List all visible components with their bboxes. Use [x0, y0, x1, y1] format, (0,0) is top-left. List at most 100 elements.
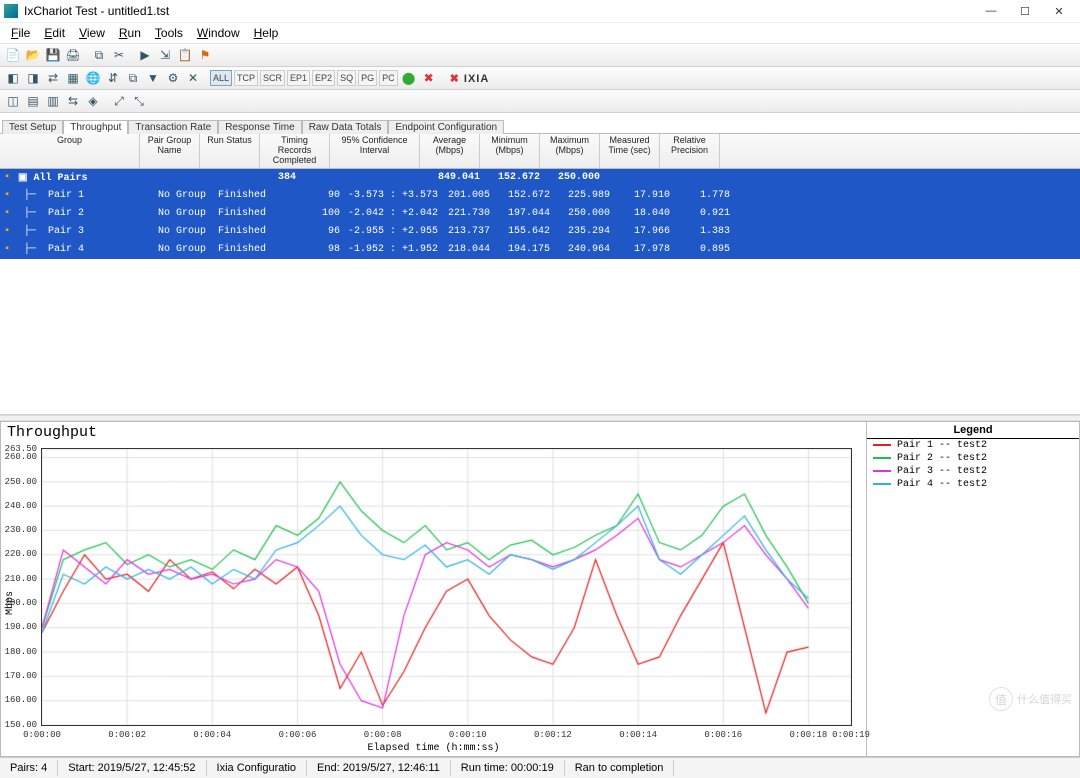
down-icon[interactable]: ▼	[144, 69, 162, 87]
print-icon[interactable]: 🖨	[64, 46, 82, 64]
record-icon[interactable]: ⬤	[400, 69, 418, 87]
tab-endpoint-configuration[interactable]: Endpoint Configuration	[388, 120, 504, 134]
watermark: 值 什么值得买	[989, 687, 1072, 711]
t3b-icon[interactable]: ▤	[24, 92, 42, 110]
filter-ep1[interactable]: EP1	[287, 70, 310, 86]
filter-all[interactable]: ALL	[210, 70, 232, 86]
run-icon[interactable]: ▶	[136, 46, 154, 64]
filter-tcp[interactable]: TCP	[234, 70, 258, 86]
y-tick-label: 250.00	[3, 477, 37, 487]
cut-icon[interactable]: ✂	[110, 46, 128, 64]
col-header[interactable]: Minimum (Mbps)	[480, 134, 540, 168]
x-tick-label: 0:00:16	[704, 730, 742, 740]
node-icon[interactable]: ◧	[4, 69, 22, 87]
tab-test-setup[interactable]: Test Setup	[2, 120, 63, 134]
menu-tools[interactable]: Tools	[148, 25, 190, 41]
node-icon-2[interactable]: ◨	[24, 69, 42, 87]
legend-item[interactable]: Pair 1 -- test2	[867, 439, 1079, 452]
toolbar-2: ◧ ◨ ⇄ ▦ 🌐 ⇵ ⧉ ▼ ⚙ ✕ ALLTCPSCREP1EP2SQPGP…	[0, 67, 1080, 90]
table-row[interactable]: ▪▣ All Pairs384849.041152.672250.000	[0, 169, 1080, 187]
close-button[interactable]: ✕	[1042, 2, 1076, 20]
y-tick-label: 263.50	[3, 444, 37, 454]
t3d-icon[interactable]: ⇆	[64, 92, 82, 110]
titlebar: IxChariot Test - untitled1.tst — ☐ ✕	[0, 0, 1080, 23]
col-header[interactable]: Measured Time (sec)	[600, 134, 660, 168]
row-icon: ▪	[0, 244, 14, 255]
status-cell: Start: 2019/5/27, 12:45:52	[58, 760, 206, 776]
expand-icon[interactable]: ⤢	[110, 92, 128, 110]
col-header[interactable]: Group	[0, 134, 140, 168]
menu-file[interactable]: File	[4, 25, 37, 41]
tab-response-time[interactable]: Response Time	[218, 120, 301, 134]
collapse-icon[interactable]: ⤡	[130, 92, 148, 110]
status-cell: Pairs: 4	[0, 760, 58, 776]
save-icon[interactable]: 💾	[44, 46, 62, 64]
t3e-icon[interactable]: ◈	[84, 92, 102, 110]
x-tick-label: 0:00:12	[534, 730, 572, 740]
col-header[interactable]: Timing Records Completed	[260, 134, 330, 168]
copy-icon[interactable]: ⧉	[90, 46, 108, 64]
toolbar-3: ◫ ▤ ▥ ⇆ ◈ ⤢ ⤡	[0, 90, 1080, 113]
menu-view[interactable]: View	[72, 25, 112, 41]
col-header[interactable]: Pair Group Name	[140, 134, 200, 168]
legend-swatch	[873, 470, 891, 472]
col-header[interactable]: Average (Mbps)	[420, 134, 480, 168]
net-icon[interactable]: ⇵	[104, 69, 122, 87]
plot-area	[41, 448, 852, 726]
status-cell: Run time: 00:00:19	[451, 760, 565, 776]
x-tick-label: 0:00:04	[193, 730, 231, 740]
menu-help[interactable]: Help	[247, 25, 286, 41]
col-header[interactable]: Run Status	[200, 134, 260, 168]
lock-icon[interactable]: ✕	[184, 69, 202, 87]
filter-pg[interactable]: PG	[358, 70, 377, 86]
menu-window[interactable]: Window	[190, 25, 247, 41]
link-icon[interactable]: ⇄	[44, 69, 62, 87]
tab-bar: Test SetupThroughputTransaction RateResp…	[0, 113, 1080, 134]
y-tick-label: 150.00	[3, 720, 37, 730]
menu-edit[interactable]: Edit	[37, 25, 72, 41]
col-header[interactable]: Maximum (Mbps)	[540, 134, 600, 168]
gear-icon[interactable]: ⚙	[164, 69, 182, 87]
legend-item[interactable]: Pair 3 -- test2	[867, 465, 1079, 478]
x-tick-label: 0:00:06	[279, 730, 317, 740]
table-row[interactable]: ▪ ├─ Pair 3No GroupFinished96-2.955 : +2…	[0, 223, 1080, 241]
result-grid[interactable]: ▪▣ All Pairs384849.041152.672250.000▪ ├─…	[0, 169, 1080, 415]
y-tick-label: 170.00	[3, 671, 37, 681]
col-header[interactable]: 95% Confidence Interval	[330, 134, 420, 168]
maximize-button[interactable]: ☐	[1008, 2, 1042, 20]
legend-swatch	[873, 444, 891, 446]
t3c-icon[interactable]: ▥	[44, 92, 62, 110]
table-row[interactable]: ▪ ├─ Pair 4No GroupFinished98-1.952 : +1…	[0, 241, 1080, 259]
tab-raw-data-totals[interactable]: Raw Data Totals	[302, 120, 389, 134]
legend-item[interactable]: Pair 2 -- test2	[867, 452, 1079, 465]
table-row[interactable]: ▪ ├─ Pair 1No GroupFinished90-3.573 : +3…	[0, 187, 1080, 205]
legend-item[interactable]: Pair 4 -- test2	[867, 478, 1079, 491]
toolbar-1: 📄 📂 💾 🖨 ⧉ ✂ ▶ ⇲ 📋 ⚑	[0, 44, 1080, 67]
open-icon[interactable]: 📂	[24, 46, 42, 64]
stop-icon[interactable]: ✖	[420, 69, 438, 87]
tool-icon[interactable]: ⚑	[196, 46, 214, 64]
menu-run[interactable]: Run	[112, 25, 148, 41]
export-icon[interactable]: ⇲	[156, 46, 174, 64]
globe-icon[interactable]: 🌐	[84, 69, 102, 87]
table-row[interactable]: ▪ ├─ Pair 2No GroupFinished100-2.042 : +…	[0, 205, 1080, 223]
minimize-button[interactable]: —	[974, 2, 1008, 20]
legend-swatch	[873, 457, 891, 459]
col-header[interactable]: Relative Precision	[660, 134, 720, 168]
filter-ep2[interactable]: EP2	[312, 70, 335, 86]
filter-scr[interactable]: SCR	[260, 70, 285, 86]
grid-icon[interactable]: ▦	[64, 69, 82, 87]
t3a-icon[interactable]: ◫	[4, 92, 22, 110]
row-icon: ▪	[0, 208, 14, 219]
doc-icon[interactable]: 📋	[176, 46, 194, 64]
tab-transaction-rate[interactable]: Transaction Rate	[128, 120, 218, 134]
copy2-icon[interactable]: ⧉	[124, 69, 142, 87]
x-tick-label: 0:00:19	[832, 730, 870, 740]
filter-pc[interactable]: PC	[379, 70, 398, 86]
tab-throughput[interactable]: Throughput	[63, 120, 128, 134]
new-icon[interactable]: 📄	[4, 46, 22, 64]
row-icon: ▪	[0, 172, 14, 183]
filter-sq[interactable]: SQ	[337, 70, 356, 86]
status-cell: Ixia Configuratio	[207, 760, 308, 776]
legend-title: Legend	[867, 422, 1079, 439]
